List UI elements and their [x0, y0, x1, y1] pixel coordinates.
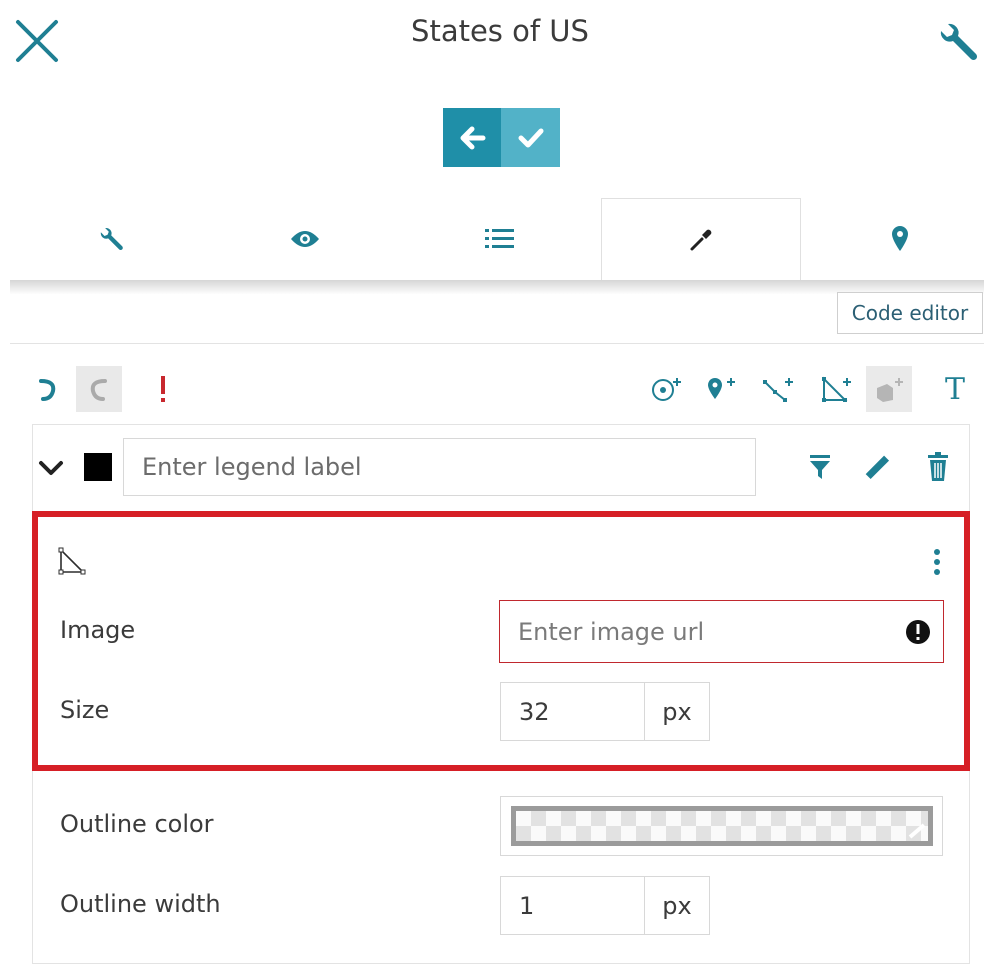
cube-add-icon — [871, 374, 907, 404]
outline-width-unit: px — [644, 876, 710, 935]
line-add-icon — [761, 374, 797, 404]
wrench-icon[interactable] — [930, 18, 982, 66]
outline-color-label: Outline color — [60, 810, 214, 838]
polygon-add-icon — [819, 374, 855, 404]
check-icon — [516, 123, 546, 153]
filter-icon[interactable] — [805, 450, 835, 484]
exclamation-icon — [158, 375, 168, 403]
add-line-button[interactable] — [756, 366, 802, 412]
confirm-button[interactable] — [501, 108, 560, 167]
tab-marker[interactable] — [800, 198, 984, 280]
tab-visibility[interactable] — [205, 198, 405, 280]
marker-add-icon — [703, 374, 739, 404]
ruler-icon[interactable] — [860, 450, 894, 484]
undo-button[interactable] — [24, 366, 70, 412]
add-polygon-button[interactable] — [814, 366, 860, 412]
arrow-left-icon — [457, 123, 487, 153]
text-tool-label: T — [944, 371, 965, 407]
code-editor-button[interactable]: Code editor — [837, 292, 983, 334]
add-text-button[interactable]: T — [932, 366, 978, 412]
map-marker-icon — [890, 225, 910, 253]
add-point-button[interactable] — [644, 366, 690, 412]
size-input[interactable]: 32 — [500, 682, 645, 741]
tab-style[interactable] — [601, 198, 801, 280]
chevron-down-icon[interactable] — [36, 453, 66, 483]
add-marker-button[interactable] — [698, 366, 744, 412]
more-options-icon[interactable] — [922, 544, 952, 580]
warning-button[interactable] — [140, 366, 186, 412]
list-icon — [485, 227, 515, 251]
image-url-placeholder: Enter image url — [518, 617, 705, 646]
undo-icon — [35, 375, 59, 403]
page-title: States of US — [411, 14, 589, 48]
wrench-icon — [96, 225, 124, 253]
legend-color-swatch[interactable] — [84, 453, 112, 481]
size-label: Size — [60, 696, 110, 724]
outline-width-label: Outline width — [60, 890, 221, 918]
divider — [10, 343, 984, 344]
trash-icon[interactable] — [922, 450, 954, 484]
tab-bar — [0, 198, 984, 280]
redo-button[interactable] — [76, 366, 122, 412]
outline-color-swatch[interactable] — [511, 806, 933, 846]
outline-width-input[interactable]: 1 — [500, 876, 645, 935]
eyedropper-icon — [688, 227, 714, 253]
legend-label-input[interactable] — [123, 438, 756, 496]
point-add-icon — [649, 374, 685, 404]
back-button[interactable] — [443, 108, 501, 167]
image-label: Image — [60, 616, 136, 644]
tab-list[interactable] — [400, 198, 600, 280]
polygon-icon — [54, 544, 88, 578]
eye-icon — [290, 229, 320, 249]
image-url-input[interactable]: Enter image url — [499, 600, 944, 663]
resize-corner-icon — [904, 821, 926, 839]
size-unit: px — [644, 682, 710, 741]
redo-icon — [87, 375, 111, 403]
add-3d-shape-button[interactable] — [866, 366, 912, 412]
tab-settings[interactable] — [10, 198, 210, 280]
error-icon — [905, 619, 931, 645]
